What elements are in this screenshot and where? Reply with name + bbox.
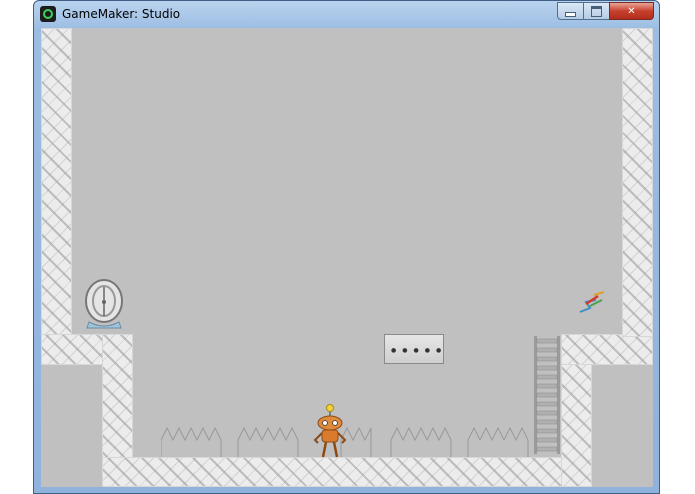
maximize-icon [591,5,602,17]
maximize-button[interactable] [583,2,610,20]
platform-rivets: ●●●●● [391,347,448,354]
minimize-button[interactable] [557,2,584,20]
close-button[interactable]: ✕ [609,2,654,20]
left-wall [41,28,72,337]
portal-object [85,279,123,329]
goal-flag-icon [579,291,605,313]
floating-platform: ●●●●● [384,334,444,364]
app-window: GameMaker: Studio ✕ ●●●●● [33,0,660,494]
title-bar[interactable]: GameMaker: Studio ✕ [34,1,659,28]
right-wall [622,28,653,337]
spike-row [161,426,529,457]
minimize-icon [565,11,576,17]
gamemaker-logo-icon [40,6,56,22]
floor [102,457,592,487]
close-icon: ✕ [627,5,636,17]
game-canvas[interactable]: ●●●●● [41,28,653,487]
window-title: GameMaker: Studio [62,7,181,21]
robot-player [313,404,347,458]
ladder [534,336,560,454]
right-ledge [561,334,653,365]
